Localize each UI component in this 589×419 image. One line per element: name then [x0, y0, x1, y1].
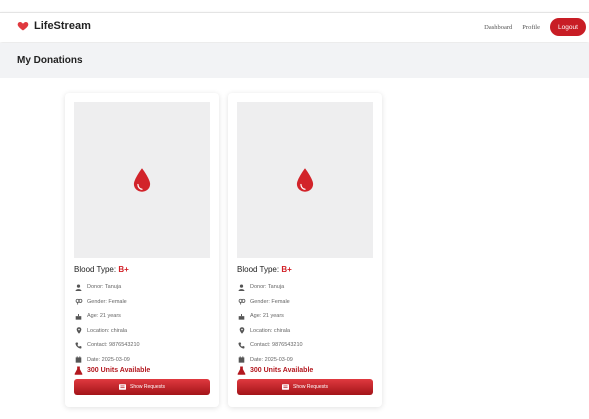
page-header: My Donations [0, 43, 589, 78]
donation-card: Blood Type: B+ Donor: Tanuja Gender: Fem… [228, 93, 382, 407]
age-text: Age: 21 years [250, 313, 284, 320]
nav-dashboard-link[interactable]: Dashboard [484, 24, 512, 31]
donor-row: Donor: Tanuja [237, 280, 377, 295]
show-requests-label: Show Requests [292, 384, 329, 390]
cake-icon [237, 312, 246, 320]
date-text: Date: 2025-03-09 [87, 356, 130, 363]
blood-type-line: Blood Type: B+ [237, 265, 292, 274]
donation-details: Donor: Tanuja Gender: Female Age: 21 yea… [74, 280, 214, 367]
user-icon [74, 283, 83, 291]
donation-card: Blood Type: B+ Donor: Tanuja Gender: Fem… [65, 93, 219, 407]
date-row: Date: 2025-03-09 [237, 353, 377, 368]
heart-icon [17, 22, 29, 31]
brand[interactable]: LifeStream [17, 20, 91, 32]
nav-links: Dashboard Profile Logout [484, 18, 586, 36]
blood-type-line: Blood Type: B+ [74, 265, 129, 274]
blood-drop-icon [133, 168, 151, 192]
location-text: Location: chirala [87, 327, 128, 334]
show-requests-button[interactable]: Show Requests [74, 379, 210, 395]
blood-drop-icon [296, 168, 314, 192]
logout-button[interactable]: Logout [550, 18, 586, 36]
blood-type-value: B+ [281, 265, 292, 274]
list-icon [118, 384, 126, 390]
flask-icon [74, 366, 83, 375]
contact-text: Contact: 9876543210 [87, 342, 140, 349]
contact-row: Contact: 9876543210 [237, 338, 377, 353]
list-icon [281, 384, 289, 390]
cake-icon [74, 312, 83, 320]
date-row: Date: 2025-03-09 [74, 353, 214, 368]
blood-type-label: Blood Type: [237, 265, 280, 274]
contact-text: Contact: 9876543210 [250, 342, 303, 349]
location-row: Location: chirala [74, 324, 214, 339]
card-image-placeholder [74, 102, 210, 258]
user-icon [237, 283, 246, 291]
calendar-icon [237, 356, 246, 364]
map-pin-icon [74, 327, 83, 335]
units-text: 300 Units Available [250, 367, 314, 374]
show-requests-button[interactable]: Show Requests [237, 379, 373, 395]
contact-row: Contact: 9876543210 [74, 338, 214, 353]
location-text: Location: chirala [250, 327, 291, 334]
gender-icon [74, 298, 83, 306]
show-requests-label: Show Requests [129, 384, 166, 390]
donor-row: Donor: Tanuja [74, 280, 214, 295]
phone-icon [237, 341, 246, 349]
donation-details: Donor: Tanuja Gender: Female Age: 21 yea… [237, 280, 377, 367]
gender-row: Gender: Female [237, 295, 377, 310]
blood-type-value: B+ [118, 265, 129, 274]
date-text: Date: 2025-03-09 [250, 356, 293, 363]
units-available: 300 Units Available [237, 366, 313, 375]
flask-icon [237, 366, 246, 375]
calendar-icon [74, 356, 83, 364]
donor-text: Donor: Tanuja [87, 284, 122, 291]
brand-name: LifeStream [34, 20, 91, 32]
location-row: Location: chirala [237, 324, 377, 339]
gender-text: Gender: Female [250, 298, 290, 305]
donor-text: Donor: Tanuja [250, 284, 285, 291]
gender-row: Gender: Female [74, 295, 214, 310]
gender-text: Gender: Female [87, 298, 127, 305]
blood-type-label: Blood Type: [74, 265, 117, 274]
page-title: My Donations [17, 55, 83, 66]
navbar: LifeStream Dashboard Profile Logout [0, 12, 589, 42]
map-pin-icon [237, 327, 246, 335]
card-image-placeholder [237, 102, 373, 258]
nav-profile-link[interactable]: Profile [522, 24, 540, 31]
phone-icon [74, 341, 83, 349]
gender-icon [237, 298, 246, 306]
age-row: Age: 21 years [237, 309, 377, 324]
age-row: Age: 21 years [74, 309, 214, 324]
units-available: 300 Units Available [74, 366, 150, 375]
age-text: Age: 21 years [87, 313, 121, 320]
window-top-strip [0, 0, 589, 12]
units-text: 300 Units Available [87, 367, 151, 374]
